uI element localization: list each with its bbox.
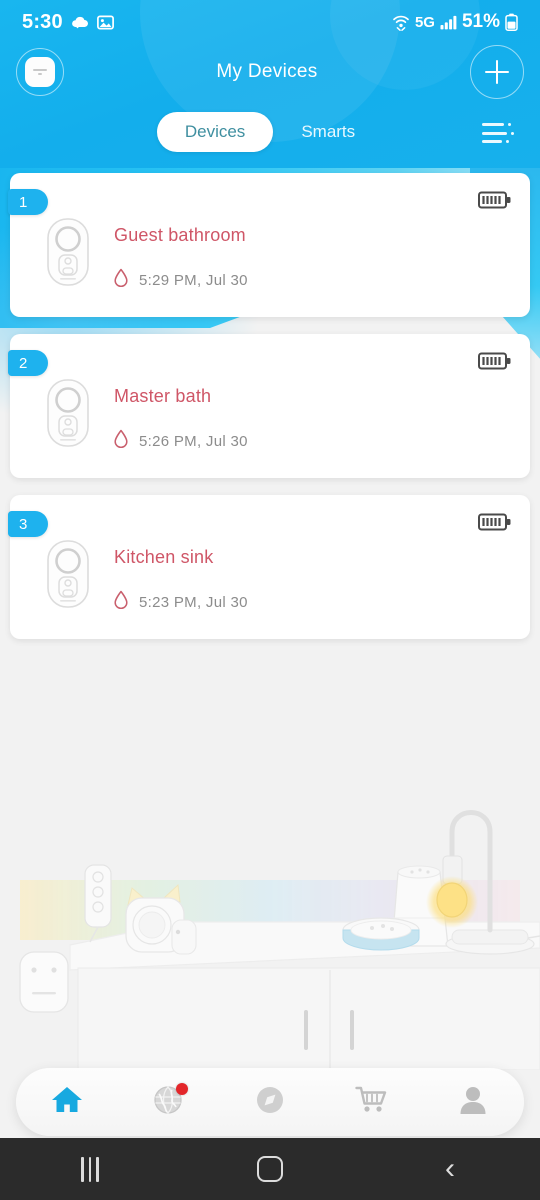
back-button[interactable]: ‹: [400, 1138, 500, 1200]
tab-devices[interactable]: Devices: [157, 112, 273, 152]
shopping-cart-icon: [355, 1085, 389, 1120]
app-header: 5:30: [0, 0, 540, 168]
tab-smarts[interactable]: Smarts: [273, 112, 383, 152]
battery-icon: [478, 512, 512, 537]
device-meta: 5:29 PM, Jul 30: [114, 268, 248, 292]
add-device-button[interactable]: [470, 45, 524, 99]
status-bar-left: 5:30: [22, 11, 114, 34]
person-icon: [458, 1084, 488, 1121]
recents-icon: [81, 1157, 99, 1182]
signal-bars-icon: [440, 15, 457, 30]
device-timestamp: 5:26 PM, Jul 30: [139, 433, 248, 450]
water-leak-sensor-icon: [44, 217, 92, 287]
recents-button[interactable]: [40, 1138, 140, 1200]
device-timestamp: 5:23 PM, Jul 30: [139, 594, 248, 611]
nav-discover[interactable]: [136, 1074, 200, 1130]
device-meta: 5:26 PM, Jul 30: [114, 429, 248, 453]
battery-icon: [478, 351, 512, 376]
page-title: My Devices: [216, 61, 317, 83]
profile-avatar-button[interactable]: [16, 48, 64, 96]
wifi-calling-icon: [392, 14, 410, 31]
device-info: Kitchen sink 5:23 PM, Jul 30: [114, 547, 248, 614]
device-info: Guest bathroom 5:29 PM, Jul 30: [114, 225, 248, 292]
device-card[interactable]: 1: [10, 173, 530, 317]
device-name: Master bath: [114, 386, 248, 407]
device-card[interactable]: 2: [10, 334, 530, 478]
device-name: Kitchen sink: [114, 547, 248, 568]
status-bar-right: 5G 51%: [392, 11, 518, 33]
home-square-icon: [257, 1156, 283, 1182]
list-view-toggle-icon[interactable]: [482, 120, 522, 146]
device-index-badge: 2: [8, 350, 48, 376]
device-index-badge: 1: [8, 189, 48, 215]
bottom-navigation-bar: [16, 1068, 524, 1136]
battery-icon: [478, 190, 512, 215]
title-bar: My Devices: [0, 44, 540, 100]
smart-home-illustration: [0, 780, 540, 1070]
notification-badge: [176, 1083, 188, 1095]
status-bar: 5:30: [0, 0, 540, 44]
device-info: Master bath 5:26 PM, Jul 30: [114, 386, 248, 453]
segmented-tabs: Devices Smarts: [157, 112, 383, 152]
home-icon: [50, 1084, 84, 1121]
water-drop-icon: [114, 268, 128, 292]
network-type-label: 5G: [415, 14, 435, 31]
nav-home[interactable]: [35, 1074, 99, 1130]
water-leak-sensor-icon: [44, 539, 92, 609]
device-timestamp: 5:29 PM, Jul 30: [139, 272, 248, 289]
water-drop-icon: [114, 429, 128, 453]
nav-explore[interactable]: [238, 1074, 302, 1130]
back-chevron-icon: ‹: [445, 1154, 455, 1184]
water-drop-icon: [114, 590, 128, 614]
battery-percent-label: 51%: [462, 11, 500, 33]
water-leak-sensor-icon: [44, 378, 92, 448]
device-name: Guest bathroom: [114, 225, 248, 246]
device-list: 1: [0, 173, 540, 656]
gallery-icon: [97, 15, 114, 30]
compass-icon: [254, 1084, 286, 1121]
plus-icon-vertical: [496, 60, 499, 84]
device-meta: 5:23 PM, Jul 30: [114, 590, 248, 614]
nav-shop[interactable]: [340, 1074, 404, 1130]
status-time: 5:30: [22, 11, 63, 34]
battery-icon: [505, 13, 518, 31]
nav-profile[interactable]: [441, 1074, 505, 1130]
avatar: [25, 57, 55, 87]
cloud-sync-icon: [71, 15, 89, 29]
tab-bar: Devices Smarts: [0, 104, 540, 160]
android-system-nav: ‹: [0, 1138, 540, 1200]
phone-screen: 1: [0, 0, 540, 1200]
home-button[interactable]: [220, 1138, 320, 1200]
device-card[interactable]: 3: [10, 495, 530, 639]
device-index-badge: 3: [8, 511, 48, 537]
